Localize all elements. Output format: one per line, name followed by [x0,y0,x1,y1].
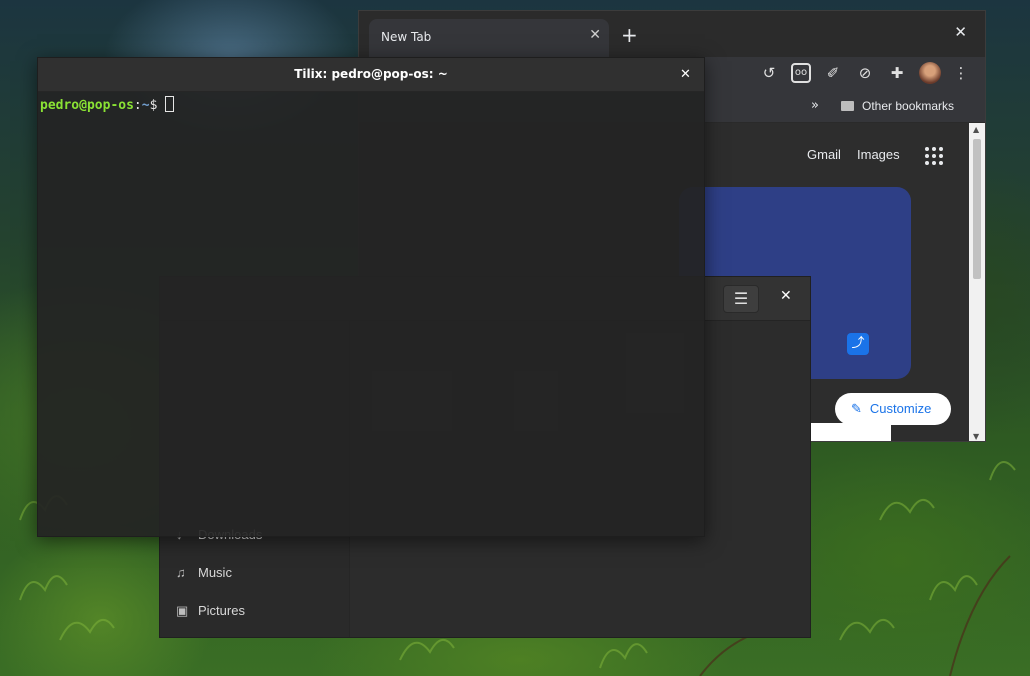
pencil-icon: ✎ [851,401,862,416]
refresh-extension-icon[interactable]: ↺ [759,63,779,83]
menu-dots-icon[interactable]: ⋮ [951,63,971,83]
tab-new-tab[interactable]: New Tab ✕ [369,19,609,57]
scroll-up-arrow-icon[interactable]: ▲ [973,125,979,134]
color-picker-icon[interactable]: ✐ [823,63,843,83]
sidebar-item-label: Music [198,565,232,580]
music-icon: ♫ [176,565,186,580]
scrollbar-thumb[interactable] [973,139,981,279]
other-bookmarks-label: Other bookmarks [862,99,955,113]
files-close-button[interactable]: ✕ [780,288,792,304]
tilix-close-button[interactable]: ✕ [680,67,691,82]
tilix-titlebar: Tilix: pedro@pop-os: ~ ✕ [38,58,704,92]
window-title: Tilix: pedro@pop-os: ~ [294,67,448,81]
pictures-icon: ▣ [176,603,189,618]
tab-title: New Tab [381,30,432,44]
profile-avatar[interactable] [919,62,941,84]
apps-grid-icon[interactable] [925,147,943,165]
ghostery-icon[interactable]: oo [791,63,811,83]
folder-icon [841,101,854,111]
tab-close-icon[interactable]: ✕ [589,27,601,43]
prompt-user: pedro@pop-os [40,98,134,113]
files-menu-button[interactable]: ☰ [723,285,759,313]
bookmarks-more-button[interactable]: » [811,98,819,113]
new-tab-button[interactable]: + [621,23,638,47]
gmail-link[interactable]: Gmail [807,147,841,162]
chrome-close-button[interactable]: ✕ [954,23,967,41]
prompt-path: ~ [141,98,150,113]
prompt-symbol: $ [149,98,166,113]
tilix-terminal-window: Tilix: pedro@pop-os: ~ ✕ pedro@pop-os:~$ [37,57,705,537]
puzzle-extension-icon[interactable]: ✚ [887,63,907,83]
sidebar-item-label: Pictures [198,603,245,618]
images-link[interactable]: Images [857,147,900,162]
prompt-colon: : [133,98,142,113]
share-icon[interactable]: ⤴ [847,333,869,355]
search-box-partial[interactable] [811,423,891,441]
other-bookmarks[interactable]: Other bookmarks [841,99,954,113]
block-icon[interactable]: ⊘ [855,63,875,83]
sidebar-item-pictures[interactable]: ▣ Pictures [176,603,245,623]
terminal-prompt[interactable]: pedro@pop-os:~$ [40,96,175,113]
chrome-tab-bar: New Tab ✕ + ✕ [359,11,985,57]
scroll-down-arrow-icon[interactable]: ▼ [973,432,979,441]
sidebar-item-music[interactable]: ♫ Music [176,565,232,585]
customize-button[interactable]: ✎ Customize [835,393,951,425]
customize-label: Customize [869,401,932,416]
page-scrollbar[interactable]: ▲ ▼ [969,123,985,441]
terminal-cursor [165,96,175,112]
